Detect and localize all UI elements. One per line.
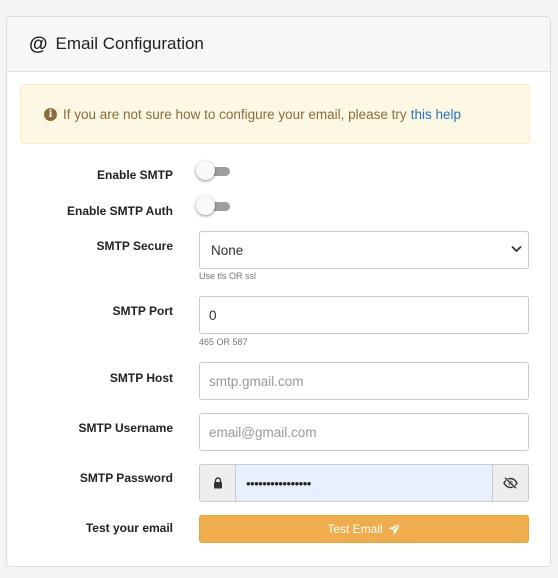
smtp-password-input[interactable]: ••••••••••••••••	[236, 465, 492, 501]
smtp-password-group: ••••••••••••••••	[199, 464, 529, 502]
enable-smtp-label: Enable SMTP	[96, 168, 173, 182]
test-email-label: Test your email	[85, 521, 173, 535]
email-config-panel: @ Email Configuration i If you are not s…	[6, 16, 551, 567]
panel-header: @ Email Configuration	[7, 17, 550, 72]
smtp-host-placeholder: smtp.gmail.com	[209, 373, 304, 389]
smtp-port-value: 0	[209, 307, 217, 323]
smtp-password-label: SMTP Password	[79, 471, 173, 485]
smtp-port-label: SMTP Port	[112, 304, 173, 318]
enable-smtp-toggle[interactable]	[196, 161, 230, 180]
smtp-port-help: 465 OR 587	[199, 337, 248, 347]
info-alert: i If you are not sure how to configure y…	[20, 84, 530, 144]
smtp-secure-label: SMTP Secure	[96, 239, 173, 253]
paper-plane-icon	[388, 522, 401, 535]
smtp-secure-help: Use tls OR ssl	[199, 271, 257, 281]
enable-smtp-auth-label: Enable SMTP Auth	[66, 204, 173, 218]
info-icon: i	[44, 107, 57, 121]
eye-slash-icon[interactable]	[492, 465, 528, 501]
alert-text: If you are not sure how to configure you…	[63, 106, 407, 122]
smtp-username-input[interactable]: email@gmail.com	[199, 413, 529, 451]
test-email-button[interactable]: Test Email	[199, 515, 529, 543]
test-email-button-label: Test Email	[327, 522, 383, 536]
smtp-password-value: ••••••••••••••••	[246, 475, 311, 491]
smtp-port-input[interactable]: 0	[199, 296, 529, 334]
toggle-knob	[196, 196, 215, 215]
smtp-secure-value: None	[211, 242, 244, 258]
chevron-down-icon	[511, 244, 522, 256]
lock-icon	[200, 465, 236, 501]
smtp-username-label: SMTP Username	[78, 421, 173, 435]
smtp-host-label: SMTP Host	[109, 371, 173, 385]
smtp-username-placeholder: email@gmail.com	[209, 424, 317, 440]
at-icon: @	[29, 33, 48, 55]
help-link[interactable]: this help	[411, 107, 461, 122]
panel-title: Email Configuration	[55, 34, 204, 53]
toggle-knob	[196, 161, 215, 180]
enable-smtp-auth-toggle[interactable]	[196, 196, 230, 215]
smtp-host-input[interactable]: smtp.gmail.com	[199, 362, 529, 400]
smtp-secure-select[interactable]: None	[199, 231, 529, 269]
